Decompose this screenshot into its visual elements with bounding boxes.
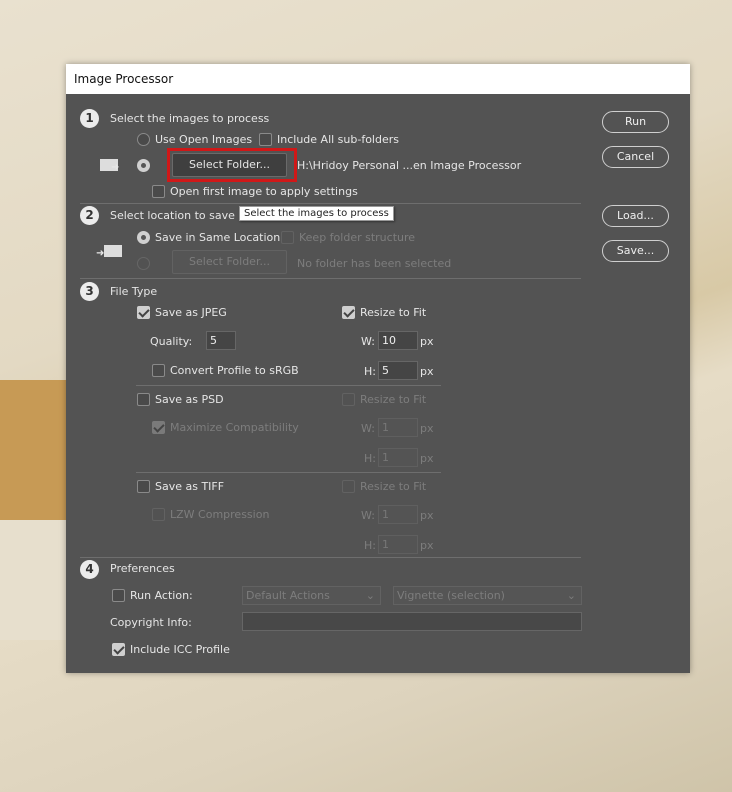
save-tiff-label: Save as TIFF	[155, 480, 225, 493]
jpeg-height-input[interactable]: 5	[378, 361, 418, 380]
include-subfolders-checkbox[interactable]	[259, 133, 272, 146]
px-label: px	[420, 452, 434, 465]
run-action-checkbox[interactable]	[112, 589, 125, 602]
section2-title: Select location to save pro	[110, 209, 257, 222]
tiff-width-input[interactable]: 1	[378, 505, 418, 524]
select-destination-folder-button[interactable]: Select Folder...	[172, 250, 287, 274]
open-first-image-label: Open first image to apply settings	[170, 185, 358, 198]
psd-h-label: H:	[364, 452, 376, 465]
divider	[136, 385, 441, 386]
px-label: px	[420, 539, 434, 552]
save-tiff-checkbox[interactable]	[137, 480, 150, 493]
step-1-badge: 1	[80, 109, 99, 128]
jpeg-w-label: W:	[361, 335, 375, 348]
action-set-value: Default Actions	[246, 589, 330, 602]
divider	[80, 278, 581, 279]
step-3-badge: 3	[80, 282, 99, 301]
px-label: px	[420, 335, 434, 348]
use-open-images-radio[interactable]	[137, 133, 150, 146]
quality-label: Quality:	[150, 335, 193, 348]
step-2-badge: 2	[80, 206, 99, 225]
jpeg-h-label: H:	[364, 365, 376, 378]
include-subfolders-label: Include All sub-folders	[277, 133, 399, 146]
lzw-compression-checkbox[interactable]	[152, 508, 165, 521]
tiff-resize-checkbox[interactable]	[342, 480, 355, 493]
px-label: px	[420, 365, 434, 378]
cancel-button[interactable]: Cancel	[602, 146, 669, 168]
tiff-w-label: W:	[361, 509, 375, 522]
section3-title: File Type	[110, 285, 158, 298]
dialog-title: Image Processor	[66, 64, 690, 94]
jpeg-resize-checkbox[interactable]	[342, 306, 355, 319]
chevron-down-icon: ⌄	[566, 589, 576, 602]
open-first-image-checkbox[interactable]	[152, 185, 165, 198]
px-label: px	[420, 422, 434, 435]
section4-title: Preferences	[110, 562, 175, 575]
quality-input[interactable]: 5	[206, 331, 236, 350]
psd-width-input[interactable]: 1	[378, 418, 418, 437]
arrow-right-icon: ➜	[111, 162, 120, 173]
save-same-location-radio[interactable]	[137, 231, 150, 244]
save-psd-checkbox[interactable]	[137, 393, 150, 406]
keep-folder-structure-label: Keep folder structure	[299, 231, 416, 244]
action-set-dropdown[interactable]: Default Actions ⌄	[242, 586, 381, 605]
use-open-images-label: Use Open Images	[155, 133, 253, 146]
psd-resize-checkbox[interactable]	[342, 393, 355, 406]
psd-height-input[interactable]: 1	[378, 448, 418, 467]
section1-title: Select the images to process	[110, 112, 270, 125]
divider	[80, 203, 581, 204]
save-psd-label: Save as PSD	[155, 393, 224, 406]
lzw-compression-label: LZW Compression	[170, 508, 270, 521]
copyright-label: Copyright Info:	[110, 616, 192, 629]
run-button[interactable]: Run	[602, 111, 669, 133]
jpeg-width-input[interactable]: 10	[378, 331, 418, 350]
save-jpeg-checkbox[interactable]	[137, 306, 150, 319]
include-icc-checkbox[interactable]	[112, 643, 125, 656]
convert-srgb-label: Convert Profile to sRGB	[170, 364, 299, 377]
save-same-location-label: Save in Same Location	[155, 231, 281, 244]
chevron-down-icon: ⌄	[365, 589, 375, 602]
background-band	[0, 520, 66, 640]
select-destination-radio[interactable]	[137, 257, 150, 270]
keep-folder-structure-checkbox[interactable]	[281, 231, 294, 244]
copyright-input[interactable]	[242, 612, 582, 631]
psd-w-label: W:	[361, 422, 375, 435]
divider	[80, 557, 581, 558]
tiff-h-label: H:	[364, 539, 376, 552]
include-icc-label: Include ICC Profile	[130, 643, 230, 656]
psd-resize-label: Resize to Fit	[360, 393, 427, 406]
px-label: px	[420, 509, 434, 522]
action-value: Vignette (selection)	[397, 589, 505, 602]
load-button[interactable]: Load...	[602, 205, 669, 227]
step-4-badge: 4	[80, 560, 99, 579]
run-action-label: Run Action:	[130, 589, 193, 602]
action-dropdown[interactable]: Vignette (selection) ⌄	[393, 586, 582, 605]
arrow-right-icon: ➜	[96, 248, 105, 259]
tiff-resize-label: Resize to Fit	[360, 480, 427, 493]
tiff-height-input[interactable]: 1	[378, 535, 418, 554]
select-folder-radio[interactable]	[137, 159, 150, 172]
convert-srgb-checkbox[interactable]	[152, 364, 165, 377]
tooltip: Select the images to process	[239, 206, 394, 221]
save-button[interactable]: Save...	[602, 240, 669, 262]
image-processor-dialog: Image Processor 1 Select the images to p…	[66, 64, 690, 673]
save-folder-icon	[104, 245, 122, 257]
maximize-compatibility-checkbox[interactable]	[152, 421, 165, 434]
save-jpeg-label: Save as JPEG	[155, 306, 227, 319]
divider	[136, 472, 441, 473]
maximize-compatibility-label: Maximize Compatibility	[170, 421, 299, 434]
no-folder-label: No folder has been selected	[297, 257, 452, 270]
jpeg-resize-label: Resize to Fit	[360, 306, 427, 319]
background-band	[0, 380, 66, 520]
highlight-box	[167, 148, 297, 182]
folder-path: H:\Hridoy Personal ...en Image Processor	[297, 159, 522, 172]
